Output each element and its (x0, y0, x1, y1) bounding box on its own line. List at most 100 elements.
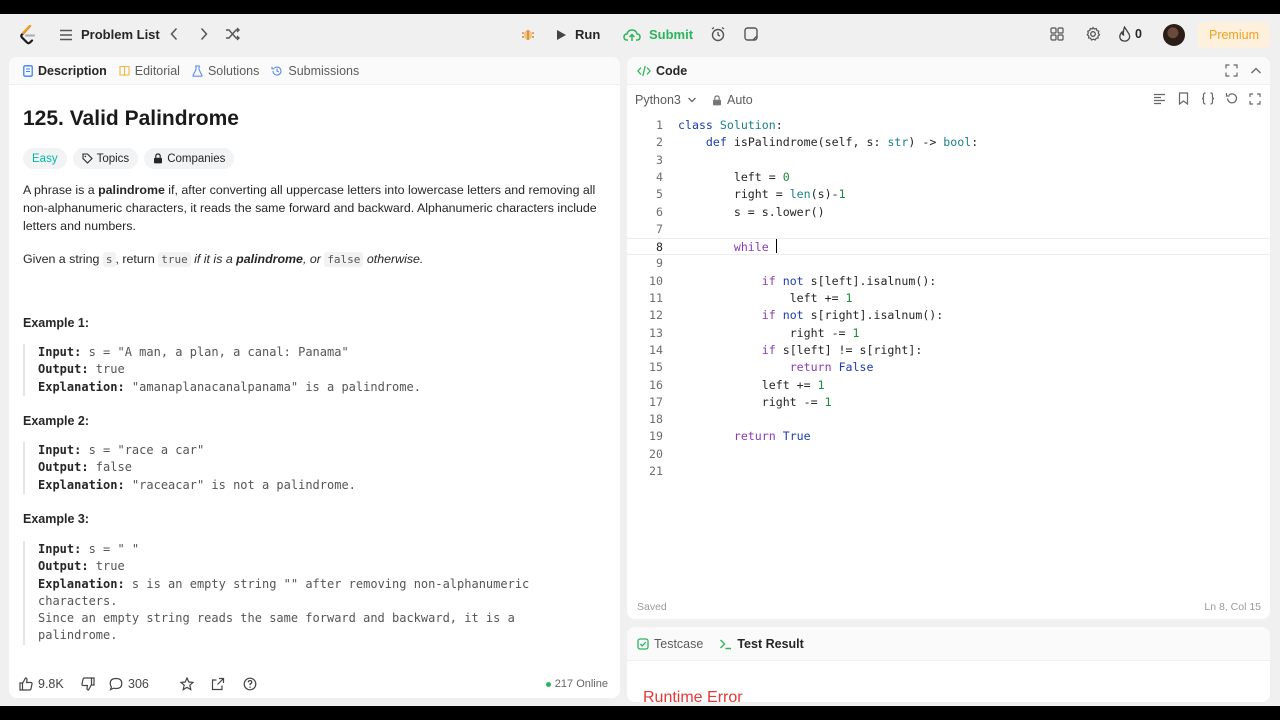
comment-icon (109, 677, 123, 691)
format-button[interactable] (1153, 93, 1166, 108)
line-number: 10 (649, 273, 663, 288)
code-line: 17 right -= 1 (627, 394, 1270, 411)
companies-badge[interactable]: Companies (144, 148, 235, 169)
run-label: Run (575, 27, 601, 42)
code-editor[interactable]: 1 class Solution: 2 def isPalindrome(self… (627, 117, 1270, 597)
debug-button[interactable] (520, 26, 536, 42)
next-problem-button[interactable] (199, 27, 209, 41)
tab-editorial[interactable]: Editorial (119, 64, 180, 78)
auto-mode-toggle[interactable]: Auto (712, 93, 753, 107)
token: left += (789, 291, 846, 305)
app-frame: Problem List Run Submit 0 Premium Descri… (0, 14, 1280, 706)
token: if (761, 273, 776, 288)
help-button[interactable] (243, 677, 257, 691)
undo-icon (1225, 92, 1238, 105)
problem-list-button[interactable]: Problem List (59, 27, 160, 42)
avatar[interactable] (1163, 24, 1185, 46)
run-button[interactable]: Run (556, 27, 600, 42)
tag-icon (82, 153, 93, 164)
maximize-button[interactable] (1225, 64, 1238, 82)
left-tabs: Description Editorial Solutions Submissi… (9, 57, 620, 85)
line-number: 11 (649, 291, 663, 305)
difficulty-badge: Easy (23, 148, 67, 169)
token: 0 (782, 169, 790, 184)
example-2-block: Input: s = "race a car" Output: false Ex… (23, 442, 563, 494)
token: return (733, 429, 776, 444)
leetcode-logo-icon[interactable] (19, 25, 37, 45)
list-icon (59, 29, 73, 41)
line-number: 9 (656, 256, 663, 271)
online-indicator: 217 Online (545, 678, 608, 690)
example-1-input-label: Input: (38, 345, 82, 359)
runtime-error-heading: Runtime Error (643, 689, 743, 702)
desc2-text-c: if it is a (190, 252, 237, 266)
description-paragraph-1: A phrase is a palindrome if, after conve… (23, 181, 603, 235)
token: right -= (761, 394, 825, 409)
text-cursor (775, 239, 778, 254)
grid-icon (1050, 27, 1064, 41)
topics-badge[interactable]: Topics (72, 148, 139, 169)
layout-button[interactable] (1050, 27, 1064, 41)
example-3-block: Input: s = " " Output: true Explanation:… (23, 541, 563, 645)
example-1-output: true (88, 362, 125, 377)
share-button[interactable] (211, 677, 225, 691)
tab-code-label: Code (656, 63, 688, 78)
language-select[interactable]: Python3 (635, 93, 697, 107)
align-left-icon (1153, 93, 1166, 105)
tab-solutions[interactable]: Solutions (192, 64, 259, 78)
prev-problem-button[interactable] (169, 27, 179, 41)
line-number: 5 (656, 187, 663, 202)
example-2-input: s = "race a car" (81, 443, 205, 457)
line-number: 8 (656, 240, 663, 255)
token: str (887, 135, 909, 150)
desc2-code-true: true (158, 252, 191, 267)
badge-row: Easy Topics Companies (23, 148, 235, 169)
line-number: 14 (649, 342, 663, 357)
submit-button[interactable]: Submit (623, 27, 693, 42)
token: left += (761, 377, 818, 392)
token: if (761, 308, 776, 323)
premium-button[interactable]: Premium (1198, 22, 1270, 48)
line-number: 3 (656, 152, 663, 167)
problem-title[interactable]: 125. Valid Palindrome (23, 107, 239, 131)
streak-counter[interactable]: 0 (1118, 26, 1142, 42)
example-2-input-label: Input: (38, 443, 82, 457)
tab-description[interactable]: Description (23, 64, 107, 78)
example-3-title: Example 3: (23, 512, 90, 526)
token: Solution (719, 118, 776, 132)
line-number: 20 (649, 446, 663, 461)
token: 1 (852, 325, 860, 340)
line-number: 6 (656, 204, 663, 219)
code-line: 15 return False (627, 359, 1270, 376)
settings-button[interactable] (1085, 26, 1101, 42)
collapse-button[interactable] (1250, 64, 1262, 82)
code-line: 18 (627, 411, 1270, 428)
code-line: 11 left += 1 (627, 290, 1270, 307)
line-number: 16 (649, 377, 663, 392)
favorite-button[interactable] (180, 677, 194, 691)
like-button[interactable]: 9.8K (19, 677, 64, 691)
comments-button[interactable]: 306 (109, 677, 149, 691)
bookmark-button[interactable] (1178, 92, 1189, 108)
reset-button[interactable] (1225, 92, 1238, 108)
example-1-block: Input: s = "A man, a plan, a canal: Pana… (23, 344, 563, 396)
token: right = (733, 187, 790, 202)
example-2-output-label: Output: (38, 460, 89, 475)
example-3-input: s = " " (81, 542, 140, 556)
auto-mode-label: Auto (727, 93, 753, 107)
tab-test-result[interactable]: Test Result (719, 637, 804, 651)
token: (s)- (810, 187, 839, 202)
fullscreen-button[interactable] (1249, 92, 1261, 108)
tab-submissions[interactable]: Submissions (271, 64, 359, 78)
chevron-left-icon (169, 27, 179, 41)
shuffle-button[interactable] (225, 27, 241, 41)
test-panel: Testcase Test Result Runtime Error (627, 627, 1270, 702)
tab-code[interactable]: Code (637, 64, 687, 78)
timer-button[interactable] (710, 26, 726, 42)
token: while (733, 240, 769, 255)
dislike-button[interactable] (81, 677, 95, 691)
tab-testcase[interactable]: Testcase (637, 637, 703, 651)
notes-button[interactable] (743, 26, 759, 42)
example-3-output-label: Output: (38, 559, 89, 574)
braces-button[interactable] (1201, 92, 1215, 108)
